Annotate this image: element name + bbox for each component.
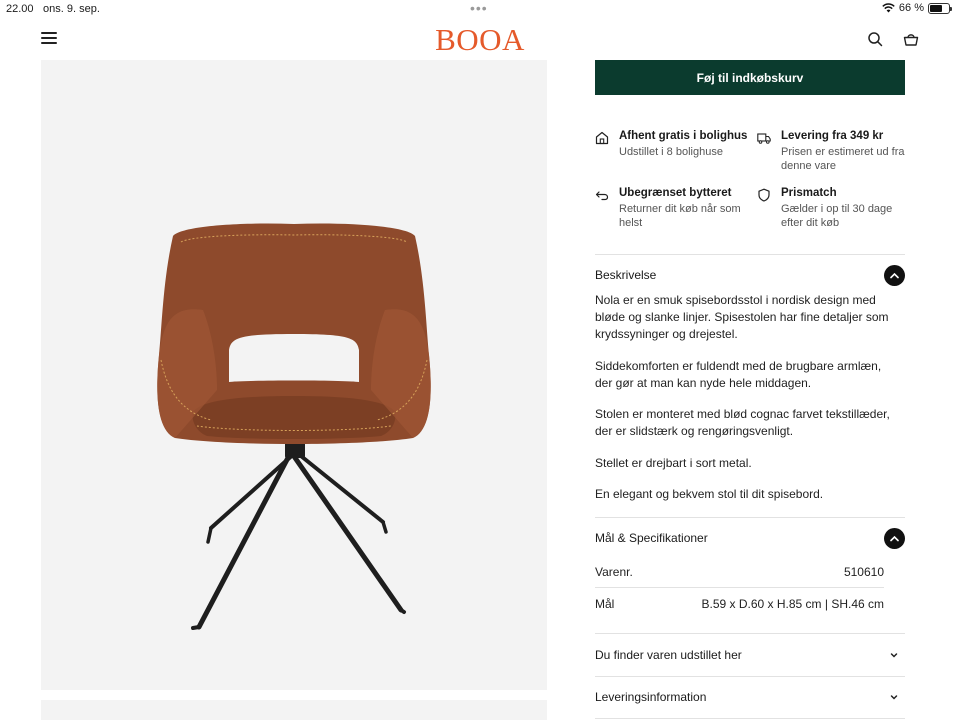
return-arrow-icon — [595, 191, 609, 201]
collapse-description-button[interactable] — [884, 265, 905, 286]
feature-title: Prismatch — [781, 187, 837, 199]
spec-value-dimensions: B.59 x D.60 x H.85 cm | SH.46 cm — [701, 597, 884, 611]
accordion-specs-title[interactable]: Mål & Specifikationer — [595, 531, 708, 545]
chevron-down-icon[interactable] — [889, 650, 899, 660]
feature-description: Gælder i op til 30 dage efter dit køb — [781, 203, 893, 229]
accordion-delivery-title[interactable]: Leveringsinformation — [595, 690, 706, 704]
collapse-specs-button[interactable] — [884, 528, 905, 549]
feature-description: Udstillet i 8 bolighuse — [619, 146, 723, 158]
product-image[interactable] — [41, 60, 547, 690]
description-paragraph: En elegant og bekvem stol til dit spiseb… — [595, 487, 824, 501]
product-info: Føj til indkøbskurv Afhent gratis i boli… — [595, 60, 905, 719]
description-paragraph: Stellet er drejbart i sort metal. — [595, 456, 752, 470]
chevron-down-icon[interactable] — [889, 692, 899, 702]
spec-label-item-number: Varenr. — [595, 565, 633, 579]
divider — [595, 517, 905, 518]
description-paragraph: Nola er en smuk spisebordsstol i nordisk… — [595, 293, 889, 341]
status-bar: 22.00 ons. 9. sep. ••• 66 % — [0, 0, 960, 18]
chevron-up-icon — [890, 272, 899, 279]
divider — [595, 633, 905, 634]
spec-label-dimensions: Mål — [595, 597, 615, 611]
store-icon — [595, 131, 609, 145]
chevron-up-icon — [890, 535, 899, 542]
divider — [595, 254, 905, 255]
description-paragraph: Siddekomforten er fuldendt med de brugba… — [595, 359, 882, 390]
status-time: 22.00 — [6, 3, 34, 15]
product-image-secondary[interactable] — [41, 700, 547, 720]
status-date: ons. 9. sep. — [43, 3, 100, 15]
status-right: 66 % — [882, 2, 952, 14]
divider — [595, 718, 905, 719]
add-to-cart-button[interactable]: Føj til indkøbskurv — [595, 60, 905, 95]
feature-title: Ubegrænset bytteret — [619, 187, 732, 199]
spec-divider — [595, 587, 884, 588]
feature-description: Prisen er estimeret ud fra denne vare — [781, 146, 905, 172]
booa-logo[interactable]: BOOA — [0, 22, 960, 58]
multitasking-dots-icon[interactable]: ••• — [470, 0, 488, 16]
description-paragraph: Stolen er monteret med blød cognac farve… — [595, 407, 890, 438]
spec-value-item-number: 510610 — [843, 565, 884, 579]
site-header: BOOA — [0, 20, 960, 60]
accordion-showroom-title[interactable]: Du finder varen udstillet her — [595, 648, 742, 662]
accordion-description-title[interactable]: Beskrivelse — [595, 268, 656, 282]
feature-description: Returner dit køb når som helst — [619, 203, 741, 229]
feature-title: Levering fra 349 kr — [781, 130, 884, 142]
basket-icon[interactable] — [903, 31, 919, 47]
battery-percentage: 66 % — [898, 2, 924, 14]
divider — [595, 676, 905, 677]
search-icon[interactable] — [867, 31, 883, 47]
battery-icon — [928, 2, 952, 14]
feature-title: Afhent gratis i bolighus — [619, 130, 748, 142]
chair-image — [157, 223, 431, 630]
wifi-icon — [882, 3, 895, 13]
shield-icon — [758, 188, 770, 202]
truck-icon — [757, 133, 771, 144]
